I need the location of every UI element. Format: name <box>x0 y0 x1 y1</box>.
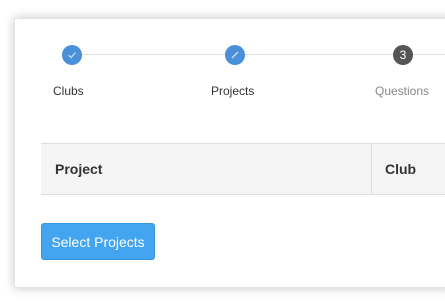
step-label-projects: Projects <box>211 84 255 98</box>
step-clubs-circle[interactable] <box>62 45 82 65</box>
step-label-clubs: Clubs <box>53 84 84 98</box>
wizard-panel: 3 Clubs Projects Questions Project Club … <box>0 0 445 302</box>
step-number: 3 <box>399 48 407 62</box>
step-connector-2 <box>245 54 393 55</box>
step-projects-circle[interactable] <box>225 45 245 65</box>
step-label-questions: Questions <box>375 84 430 98</box>
column-header-club: Club <box>385 161 417 177</box>
check-icon <box>68 52 77 59</box>
column-header-project: Project <box>55 161 103 177</box>
column-divider <box>371 144 372 194</box>
pencil-icon <box>231 51 239 59</box>
step-questions-circle[interactable]: 3 <box>393 45 413 65</box>
step-connector-1 <box>82 54 227 55</box>
select-projects-button[interactable]: Select Projects <box>41 223 155 260</box>
step-connector-3 <box>413 54 445 55</box>
projects-table-header: Project Club <box>41 143 445 195</box>
